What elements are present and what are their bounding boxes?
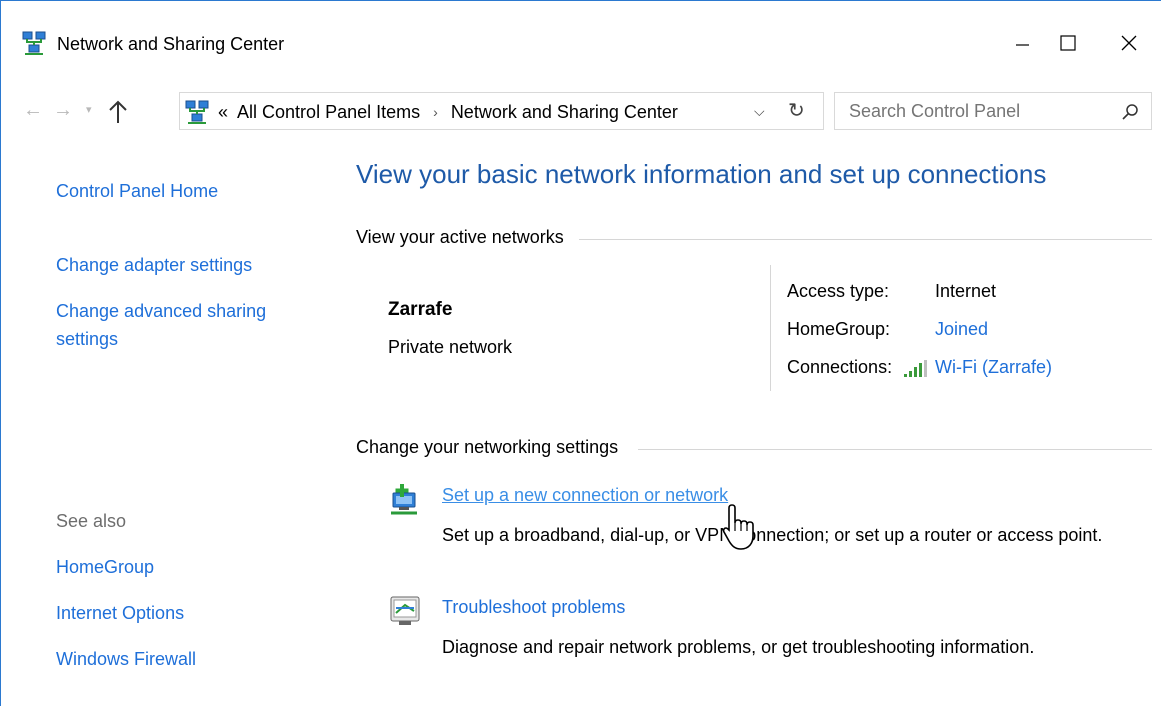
breadcrumb-separator[interactable]: › xyxy=(433,104,438,120)
see-also-windows-firewall[interactable]: Windows Firewall xyxy=(56,649,196,670)
wifi-signal-icon xyxy=(904,360,927,377)
set-up-new-connection-link[interactable]: Set up a new connection or network xyxy=(442,485,728,506)
wifi-connection-link[interactable]: Wi-Fi (Zarrafe) xyxy=(935,357,1052,378)
close-button[interactable] xyxy=(1109,25,1149,61)
recent-locations-button[interactable]: ▾ xyxy=(86,103,92,116)
access-type-label: Access type: xyxy=(787,281,890,301)
navigation-bar: ← → ▾ « All Control Panel Items › Networ… xyxy=(1,91,1161,131)
section-divider xyxy=(638,449,1152,450)
troubleshoot-problems-description: Diagnose and repair network problems, or… xyxy=(442,637,1035,657)
see-also-homegroup[interactable]: HomeGroup xyxy=(56,557,154,578)
refresh-button[interactable]: ↻ xyxy=(788,98,805,123)
see-also-label: See also xyxy=(56,511,127,531)
homegroup-link[interactable]: Joined xyxy=(935,319,988,340)
breadcrumb: « All Control Panel Items › Network and … xyxy=(218,102,678,123)
title-bar: Network and Sharing Center xyxy=(1,1,1161,87)
search-box[interactable] xyxy=(834,92,1152,130)
network-info-divider xyxy=(770,265,771,391)
control-panel-network-icon xyxy=(185,100,209,124)
back-button[interactable]: ← xyxy=(23,99,43,122)
search-icon[interactable] xyxy=(1121,103,1139,121)
nav-change-advanced-sharing-settings-line2[interactable]: settings xyxy=(56,329,118,350)
address-dropdown-button[interactable]: ⌵ xyxy=(754,103,765,120)
homegroup-label: HomeGroup: xyxy=(787,319,891,339)
network-name: Zarrafe xyxy=(388,299,453,320)
change-settings-label: Change your networking settings xyxy=(356,437,619,457)
network-sharing-center-window: Network and Sharing Center ← → ▾ « All C… xyxy=(0,0,1161,706)
active-networks-label: View your active networks xyxy=(356,227,564,247)
up-arrow-icon[interactable] xyxy=(103,97,133,127)
search-input[interactable] xyxy=(849,101,1109,122)
left-navigation-pane: Control Panel Home Change adapter settin… xyxy=(1,131,331,706)
forward-button[interactable]: → xyxy=(53,99,73,122)
nav-control-panel-home[interactable]: Control Panel Home xyxy=(56,181,218,202)
new-connection-icon[interactable] xyxy=(387,483,423,519)
nav-change-adapter-settings[interactable]: Change adapter settings xyxy=(56,255,252,276)
maximize-icon xyxy=(1060,35,1076,51)
address-bar[interactable]: « All Control Panel Items › Network and … xyxy=(179,92,824,130)
breadcrumb-item-network-sharing-center[interactable]: Network and Sharing Center xyxy=(451,102,678,122)
nav-change-advanced-sharing-settings[interactable]: Change advanced sharing xyxy=(56,301,266,322)
set-up-new-connection-description: Set up a broadband, dial-up, or VPN conn… xyxy=(442,525,1103,545)
breadcrumb-item-all-control-panel-items[interactable]: All Control Panel Items xyxy=(237,102,420,122)
access-type-value: Internet xyxy=(935,281,997,301)
network-icon xyxy=(22,31,46,55)
page-heading: View your basic network information and … xyxy=(356,159,1047,189)
minimize-icon xyxy=(1016,44,1029,46)
breadcrumb-overflow[interactable]: « xyxy=(218,102,228,122)
window-title: Network and Sharing Center xyxy=(57,34,285,54)
section-divider xyxy=(579,239,1152,240)
see-also-internet-options[interactable]: Internet Options xyxy=(56,603,184,624)
maximize-button[interactable] xyxy=(1048,25,1088,61)
network-category: Private network xyxy=(388,337,513,357)
troubleshoot-icon[interactable] xyxy=(387,593,423,629)
main-content: View your basic network information and … xyxy=(341,131,1161,706)
troubleshoot-problems-link[interactable]: Troubleshoot problems xyxy=(442,597,625,618)
minimize-button[interactable] xyxy=(1002,25,1042,61)
connections-label: Connections: xyxy=(787,357,893,377)
close-icon xyxy=(1121,35,1137,51)
